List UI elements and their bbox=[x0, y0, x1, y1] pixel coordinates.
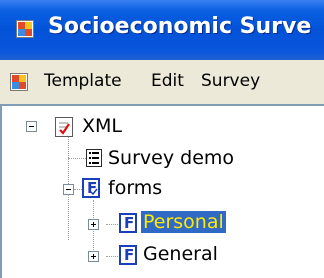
menu-bar: Template Edit Survey bbox=[0, 60, 324, 104]
form-icon: F bbox=[119, 245, 137, 265]
tree-line bbox=[106, 224, 118, 226]
tree-node-forms[interactable]: forms bbox=[106, 177, 164, 199]
collapse-forms-toggle[interactable] bbox=[63, 184, 74, 195]
tree-node-survey-demo[interactable]: Survey demo bbox=[106, 147, 236, 169]
tree-border bbox=[0, 106, 2, 278]
tree-view[interactable]: XML Survey demo F forms F Personal F Gen… bbox=[0, 106, 324, 278]
expand-general-toggle[interactable] bbox=[88, 251, 99, 262]
app-icon[interactable] bbox=[16, 20, 34, 38]
menu-edit[interactable]: Edit bbox=[151, 71, 184, 91]
tree-node-personal[interactable]: Personal bbox=[141, 211, 226, 233]
menu-survey[interactable]: Survey bbox=[201, 71, 260, 91]
window-title: Socioeconomic Surve bbox=[48, 14, 312, 39]
tree-line bbox=[68, 158, 86, 160]
xml-document-icon bbox=[55, 117, 73, 137]
collapse-xml-toggle[interactable] bbox=[26, 121, 37, 132]
forms-folder-icon: F bbox=[82, 178, 100, 198]
tree-line bbox=[106, 256, 118, 258]
form-icon: F bbox=[119, 213, 137, 233]
survey-list-icon bbox=[86, 149, 102, 167]
tree-node-xml[interactable]: XML bbox=[80, 115, 124, 137]
expand-personal-toggle[interactable] bbox=[88, 219, 99, 230]
tree-node-general[interactable]: General bbox=[141, 243, 220, 265]
app-menu-icon[interactable] bbox=[10, 73, 28, 91]
title-bar[interactable]: Socioeconomic Surve bbox=[0, 0, 324, 60]
menu-template[interactable]: Template bbox=[44, 71, 122, 91]
